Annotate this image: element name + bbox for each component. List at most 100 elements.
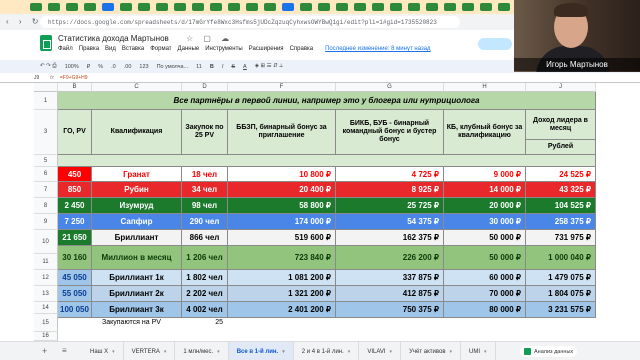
font-select[interactable]: По умолча...	[157, 64, 189, 70]
row-header[interactable]: 3	[34, 110, 58, 155]
nav-arrows-icon[interactable]: ‹ › ↻	[6, 17, 42, 26]
cell-go-pv[interactable]: 450	[58, 167, 92, 182]
chevron-down-icon[interactable]: ▾	[217, 349, 220, 355]
cell-bikb[interactable]: 162 375 ₽	[336, 230, 444, 246]
chevron-down-icon[interactable]: ▾	[112, 349, 115, 355]
chevron-down-icon[interactable]: ▾	[390, 349, 393, 355]
currency-format-button[interactable]: ₽	[87, 64, 91, 70]
row-header[interactable]: 1	[34, 92, 58, 110]
cell-income[interactable]: 3 231 575 ₽	[526, 302, 596, 318]
share-button[interactable]	[478, 38, 512, 50]
cell-income[interactable]: 731 975 ₽	[526, 230, 596, 246]
header-income[interactable]: Доход лидера в месяц	[526, 110, 596, 140]
cell-purchases[interactable]: 866 чел	[182, 230, 228, 246]
cell-go-pv[interactable]: 21 650	[58, 230, 92, 246]
cell-bikb[interactable]: 412 875 ₽	[336, 286, 444, 302]
undo-icon[interactable]: ↶ ↷ ⎙	[40, 63, 57, 70]
cell-go-pv[interactable]: 2 450	[58, 198, 92, 214]
cell-bikb[interactable]: 226 200 ₽	[336, 246, 444, 270]
cell-qualification[interactable]: Бриллиант 2к	[92, 286, 182, 302]
browser-tab[interactable]	[444, 3, 456, 11]
column-header[interactable]: F	[228, 83, 336, 92]
menu-edit[interactable]: Правка	[79, 46, 99, 52]
cell-purchases[interactable]: 290 чел	[182, 214, 228, 230]
column-header[interactable]: H	[444, 83, 526, 92]
row-header[interactable]: 5	[34, 155, 58, 167]
cell-purchases[interactable]: 34 чел	[182, 182, 228, 198]
cell-go-pv[interactable]: 7 250	[58, 214, 92, 230]
cell-go-pv[interactable]: 55 050	[58, 286, 92, 302]
browser-tab[interactable]	[210, 3, 222, 11]
cell-qualification[interactable]: Изумруд	[92, 198, 182, 214]
column-header[interactable]: D	[182, 83, 228, 92]
menu-view[interactable]: Вид	[105, 46, 116, 52]
cell-bbzp[interactable]: 2 401 200 ₽	[228, 302, 336, 318]
cell-qualification[interactable]: Гранат	[92, 167, 182, 182]
cell-bbzp[interactable]: 58 800 ₽	[228, 198, 336, 214]
cell-go-pv[interactable]: 100 050	[58, 302, 92, 318]
sheet-tab[interactable]: Учёт активов ▾	[401, 342, 462, 360]
header-qualification[interactable]: Квалификация	[92, 110, 182, 155]
last-edit-link[interactable]: Последнее изменение: 8 минут назад	[325, 46, 430, 52]
cell-bikb[interactable]: 54 375 ₽	[336, 214, 444, 230]
cell-go-pv[interactable]: 45 050	[58, 270, 92, 286]
font-size-field[interactable]: 11	[196, 64, 202, 70]
header-purchases[interactable]: Закупок по 25 PV	[182, 110, 228, 155]
cell-bbzp[interactable]: 174 000 ₽	[228, 214, 336, 230]
sheet-tab[interactable]: Все в 1-й лин. ▾	[228, 342, 294, 360]
cell-income[interactable]: 104 525 ₽	[526, 198, 596, 214]
cell-purchases[interactable]: 1 206 чел	[182, 246, 228, 270]
fill-color-icon[interactable]: ◈ ⊞ ☰ ⇵ ⟂	[255, 63, 283, 70]
sheets-logo-icon[interactable]	[40, 35, 52, 51]
browser-tab[interactable]	[372, 3, 384, 11]
browser-tab[interactable]	[120, 3, 132, 11]
row-header[interactable]: 10	[34, 230, 58, 254]
cell-kb[interactable]: 80 000 ₽	[444, 302, 526, 318]
cell-purchases[interactable]: 2 202 чел	[182, 286, 228, 302]
banner-cell[interactable]: Все партнёры в первой линии, например эт…	[58, 92, 596, 110]
header-bikb[interactable]: БИКБ, БУБ - бинарный командный бонус и б…	[336, 110, 444, 155]
cell-bikb[interactable]: 337 875 ₽	[336, 270, 444, 286]
cell-kb[interactable]: 9 000 ₽	[444, 167, 526, 182]
corner-select-all[interactable]	[34, 83, 58, 92]
column-header[interactable]: C	[92, 83, 182, 92]
chevron-down-icon[interactable]: ▾	[348, 349, 351, 355]
browser-tab[interactable]	[408, 3, 420, 11]
url-field[interactable]: https://docs.google.com/spreadsheets/d/1…	[40, 16, 460, 28]
row-header[interactable]: 9	[34, 214, 58, 230]
cell-kb[interactable]: 50 000 ₽	[444, 246, 526, 270]
cell-bikb[interactable]: 8 925 ₽	[336, 182, 444, 198]
menu-format[interactable]: Формат	[150, 46, 171, 52]
sheet-tab[interactable]: VILAVI ▾	[359, 342, 402, 360]
cell-bbzp[interactable]: 519 600 ₽	[228, 230, 336, 246]
cell-bbzp[interactable]: 10 800 ₽	[228, 167, 336, 182]
sheet-tab[interactable]: 2 и 4 в 1-й лин. ▾	[294, 342, 360, 360]
row-header[interactable]: 13	[34, 286, 58, 302]
star-icon[interactable]: ☆ ▢ ☁	[186, 34, 233, 43]
spreadsheet-grid[interactable]: B C D F G H J 1 3 5 6 7 8 9 10 11 12 13 …	[34, 83, 640, 341]
cell-qualification[interactable]: Сапфир	[92, 214, 182, 230]
header-bbzp[interactable]: ББЗП, бинарный бонус за приглашение	[228, 110, 336, 155]
add-sheet-icon[interactable]: +	[42, 346, 47, 356]
row-header[interactable]: 8	[34, 198, 58, 214]
row-header[interactable]: 6	[34, 167, 58, 182]
browser-tab[interactable]	[30, 3, 42, 11]
cell-bikb[interactable]: 4 725 ₽	[336, 167, 444, 182]
menu-tools[interactable]: Инструменты	[205, 46, 242, 52]
browser-tab[interactable]	[102, 3, 114, 11]
chevron-down-icon[interactable]: ▾	[164, 349, 167, 355]
header-rubles[interactable]: Рублей	[526, 140, 596, 155]
row-header[interactable]: 16	[34, 332, 58, 341]
browser-tab[interactable]	[462, 3, 474, 11]
browser-tab[interactable]	[138, 3, 150, 11]
browser-tab[interactable]	[480, 3, 492, 11]
cell-bikb[interactable]: 750 375 ₽	[336, 302, 444, 318]
header-go-pv[interactable]: ГО, PV	[58, 110, 92, 155]
increase-decimal-button[interactable]: .00	[124, 64, 132, 70]
browser-tab[interactable]	[264, 3, 276, 11]
cell-bbzp[interactable]: 1 081 200 ₽	[228, 270, 336, 286]
cell-kb[interactable]: 60 000 ₽	[444, 270, 526, 286]
browser-tab[interactable]	[192, 3, 204, 11]
browser-tab[interactable]	[84, 3, 96, 11]
menu-extensions[interactable]: Расширения	[249, 46, 284, 52]
